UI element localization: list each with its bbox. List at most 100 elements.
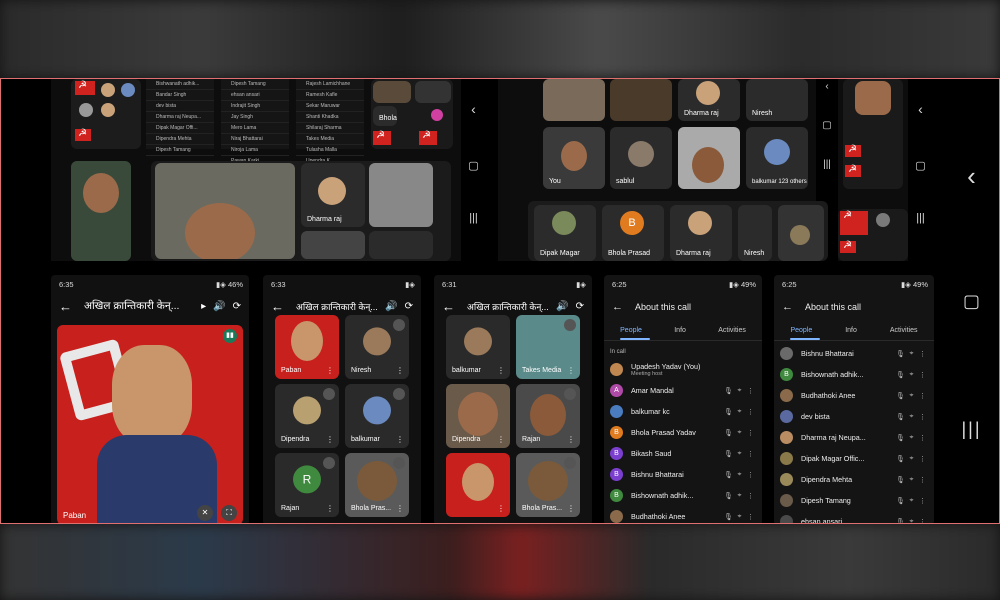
more-options-icon[interactable]: ⋮ — [326, 366, 334, 375]
recents-icon[interactable]: ||| — [816, 159, 838, 170]
more-options-icon[interactable]: ⋮ — [917, 392, 928, 400]
mute-icon[interactable]: ✕ — [197, 505, 213, 521]
more-options-icon[interactable]: ⋮ — [326, 435, 334, 444]
tab-activities[interactable]: Activities — [890, 327, 918, 334]
pin-icon[interactable]: ⌖ — [906, 392, 917, 400]
pin-icon[interactable]: ⌖ — [906, 455, 917, 463]
more-options-icon[interactable]: ⋮ — [917, 518, 928, 524]
participant-row[interactable]: balkumar kc 🎙 ⌖ ⋮ — [604, 401, 762, 422]
participant-tile[interactable]: Dipendra ⋮ — [446, 384, 510, 448]
pin-icon[interactable]: ⌖ — [906, 434, 917, 442]
participant-tile[interactable]: Niresh ⋮ — [345, 315, 409, 379]
pin-icon[interactable]: ⌖ — [906, 371, 917, 379]
participant-tile[interactable]: Dipendra ⋮ — [275, 384, 339, 448]
mic-off-icon[interactable]: 🎙 — [723, 387, 734, 395]
pin-icon[interactable]: ⌖ — [906, 350, 917, 358]
more-options-icon[interactable]: ⋮ — [396, 366, 404, 375]
more-options-icon[interactable]: ⋮ — [917, 350, 928, 358]
participant-row[interactable]: B Bikash Saud 🎙 ⌖ ⋮ — [604, 443, 762, 464]
home-icon[interactable]: ▢ — [461, 159, 486, 172]
more-options-icon[interactable]: ⋮ — [396, 435, 404, 444]
pin-icon[interactable]: ⌖ — [734, 513, 745, 521]
more-options-icon[interactable]: ⋮ — [917, 413, 928, 421]
mic-off-icon[interactable]: 🎙 — [723, 408, 734, 416]
back-arrow-icon[interactable]: ← — [612, 301, 623, 313]
mic-off-icon[interactable]: 🎙 — [723, 471, 734, 479]
switch-camera-icon[interactable]: ⟳ — [233, 301, 241, 312]
tab-people[interactable]: People — [790, 327, 812, 334]
participant-row[interactable]: B Bhola Prasad Yadav 🎙 ⌖ ⋮ — [604, 422, 762, 443]
more-options-icon[interactable]: ⋮ — [917, 455, 928, 463]
pin-icon[interactable]: ⌖ — [906, 413, 917, 421]
more-options-icon[interactable]: ⋮ — [567, 366, 575, 375]
back-icon[interactable]: ‹ — [944, 161, 999, 192]
fullscreen-icon[interactable]: ⛶ — [221, 505, 237, 521]
recents-icon[interactable]: ||| — [461, 212, 486, 224]
participant-row[interactable]: A Amar Mandal 🎙 ⌖ ⋮ — [604, 380, 762, 401]
participant-row[interactable]: Dipesh Tamang 🎙 ⌖ ⋮ — [774, 490, 934, 511]
tab-info[interactable]: Info — [674, 327, 686, 334]
participant-tile[interactable]: balkumar ⋮ — [446, 315, 510, 379]
back-icon[interactable]: ‹ — [816, 81, 838, 92]
pin-icon[interactable]: ⌖ — [734, 387, 745, 395]
participant-row[interactable]: ehsan ansari 🎙 ⌖ ⋮ — [774, 511, 934, 524]
participant-row[interactable]: Dipendra Mehta 🎙 ⌖ ⋮ — [774, 469, 934, 490]
pin-icon[interactable]: ⌖ — [906, 476, 917, 484]
participant-tile[interactable]: Bhola Pras... ⋮ — [516, 453, 580, 517]
recents-icon[interactable]: ||| — [944, 419, 999, 440]
more-options-icon[interactable]: ⋮ — [497, 435, 505, 444]
speaker-icon[interactable]: 🔊 — [556, 301, 568, 312]
pin-icon[interactable]: ⌖ — [734, 408, 745, 416]
more-options-icon[interactable]: ⋮ — [745, 513, 756, 521]
switch-camera-icon[interactable]: ⟳ — [405, 301, 413, 312]
mic-off-icon[interactable]: 🎙 — [895, 455, 906, 463]
back-arrow-icon[interactable]: ← — [782, 301, 793, 313]
speaker-icon[interactable]: 🔊 — [385, 301, 397, 312]
speaker-icon[interactable]: 🔊 — [213, 301, 225, 312]
more-options-icon[interactable]: ⋮ — [745, 450, 756, 458]
more-options-icon[interactable]: ⋮ — [745, 387, 756, 395]
home-icon[interactable]: ▢ — [816, 120, 838, 131]
participant-tile[interactable]: R Rajan ⋮ — [275, 453, 339, 517]
tab-activities[interactable]: Activities — [718, 327, 746, 334]
more-options-icon[interactable]: ⋮ — [497, 366, 505, 375]
chevron-right-icon[interactable]: ▸ — [201, 301, 206, 312]
mic-off-icon[interactable]: 🎙 — [895, 476, 906, 484]
participant-row[interactable]: Budhathoki Anee 🎙 ⌖ ⋮ — [774, 385, 934, 406]
mic-off-icon[interactable]: 🎙 — [895, 350, 906, 358]
mic-off-icon[interactable]: 🎙 — [895, 497, 906, 505]
recents-icon[interactable]: ||| — [908, 212, 933, 224]
participant-row[interactable]: B Bishownath adhik... 🎙 ⌖ ⋮ — [604, 485, 762, 506]
more-options-icon[interactable]: ⋮ — [917, 497, 928, 505]
more-options-icon[interactable]: ⋮ — [567, 435, 575, 444]
more-options-icon[interactable]: ⋮ — [396, 504, 404, 513]
participant-row[interactable]: Upadesh Yadav (You) Meeting host — [604, 359, 762, 380]
more-options-icon[interactable]: ⋮ — [567, 504, 575, 513]
participant-tile[interactable]: Rajan ⋮ — [516, 384, 580, 448]
pin-icon[interactable]: ⌖ — [906, 518, 917, 524]
pin-icon[interactable]: ⌖ — [734, 492, 745, 500]
participant-row[interactable]: Dharma raj Neupa... 🎙 ⌖ ⋮ — [774, 427, 934, 448]
tab-info[interactable]: Info — [845, 327, 857, 334]
more-options-icon[interactable]: ⋮ — [745, 429, 756, 437]
participant-tile[interactable]: Takes Media ⋮ — [516, 315, 580, 379]
mic-off-icon[interactable]: 🎙 — [895, 413, 906, 421]
mic-off-icon[interactable]: 🎙 — [723, 450, 734, 458]
mic-off-icon[interactable]: 🎙 — [723, 492, 734, 500]
back-arrow-icon[interactable]: ← — [59, 299, 72, 314]
mic-off-icon[interactable]: 🎙 — [895, 434, 906, 442]
participant-tile[interactable]: ⋮ — [446, 453, 510, 517]
back-arrow-icon[interactable]: ← — [271, 299, 284, 314]
more-options-icon[interactable]: ⋮ — [917, 434, 928, 442]
switch-camera-icon[interactable]: ⟳ — [576, 301, 584, 312]
more-options-icon[interactable]: ⋮ — [745, 492, 756, 500]
pin-icon[interactable]: ⌖ — [734, 429, 745, 437]
participant-tile[interactable]: Bhola Pras... ⋮ — [345, 453, 409, 517]
mic-off-icon[interactable]: 🎙 — [723, 513, 734, 521]
back-icon[interactable]: ‹ — [908, 101, 933, 117]
more-options-icon[interactable]: ⋮ — [497, 504, 505, 513]
mic-off-icon[interactable]: 🎙 — [895, 518, 906, 524]
mic-off-icon[interactable]: 🎙 — [723, 429, 734, 437]
participant-row[interactable]: Dipak Magar Offic... 🎙 ⌖ ⋮ — [774, 448, 934, 469]
home-icon[interactable]: ▢ — [944, 291, 999, 312]
